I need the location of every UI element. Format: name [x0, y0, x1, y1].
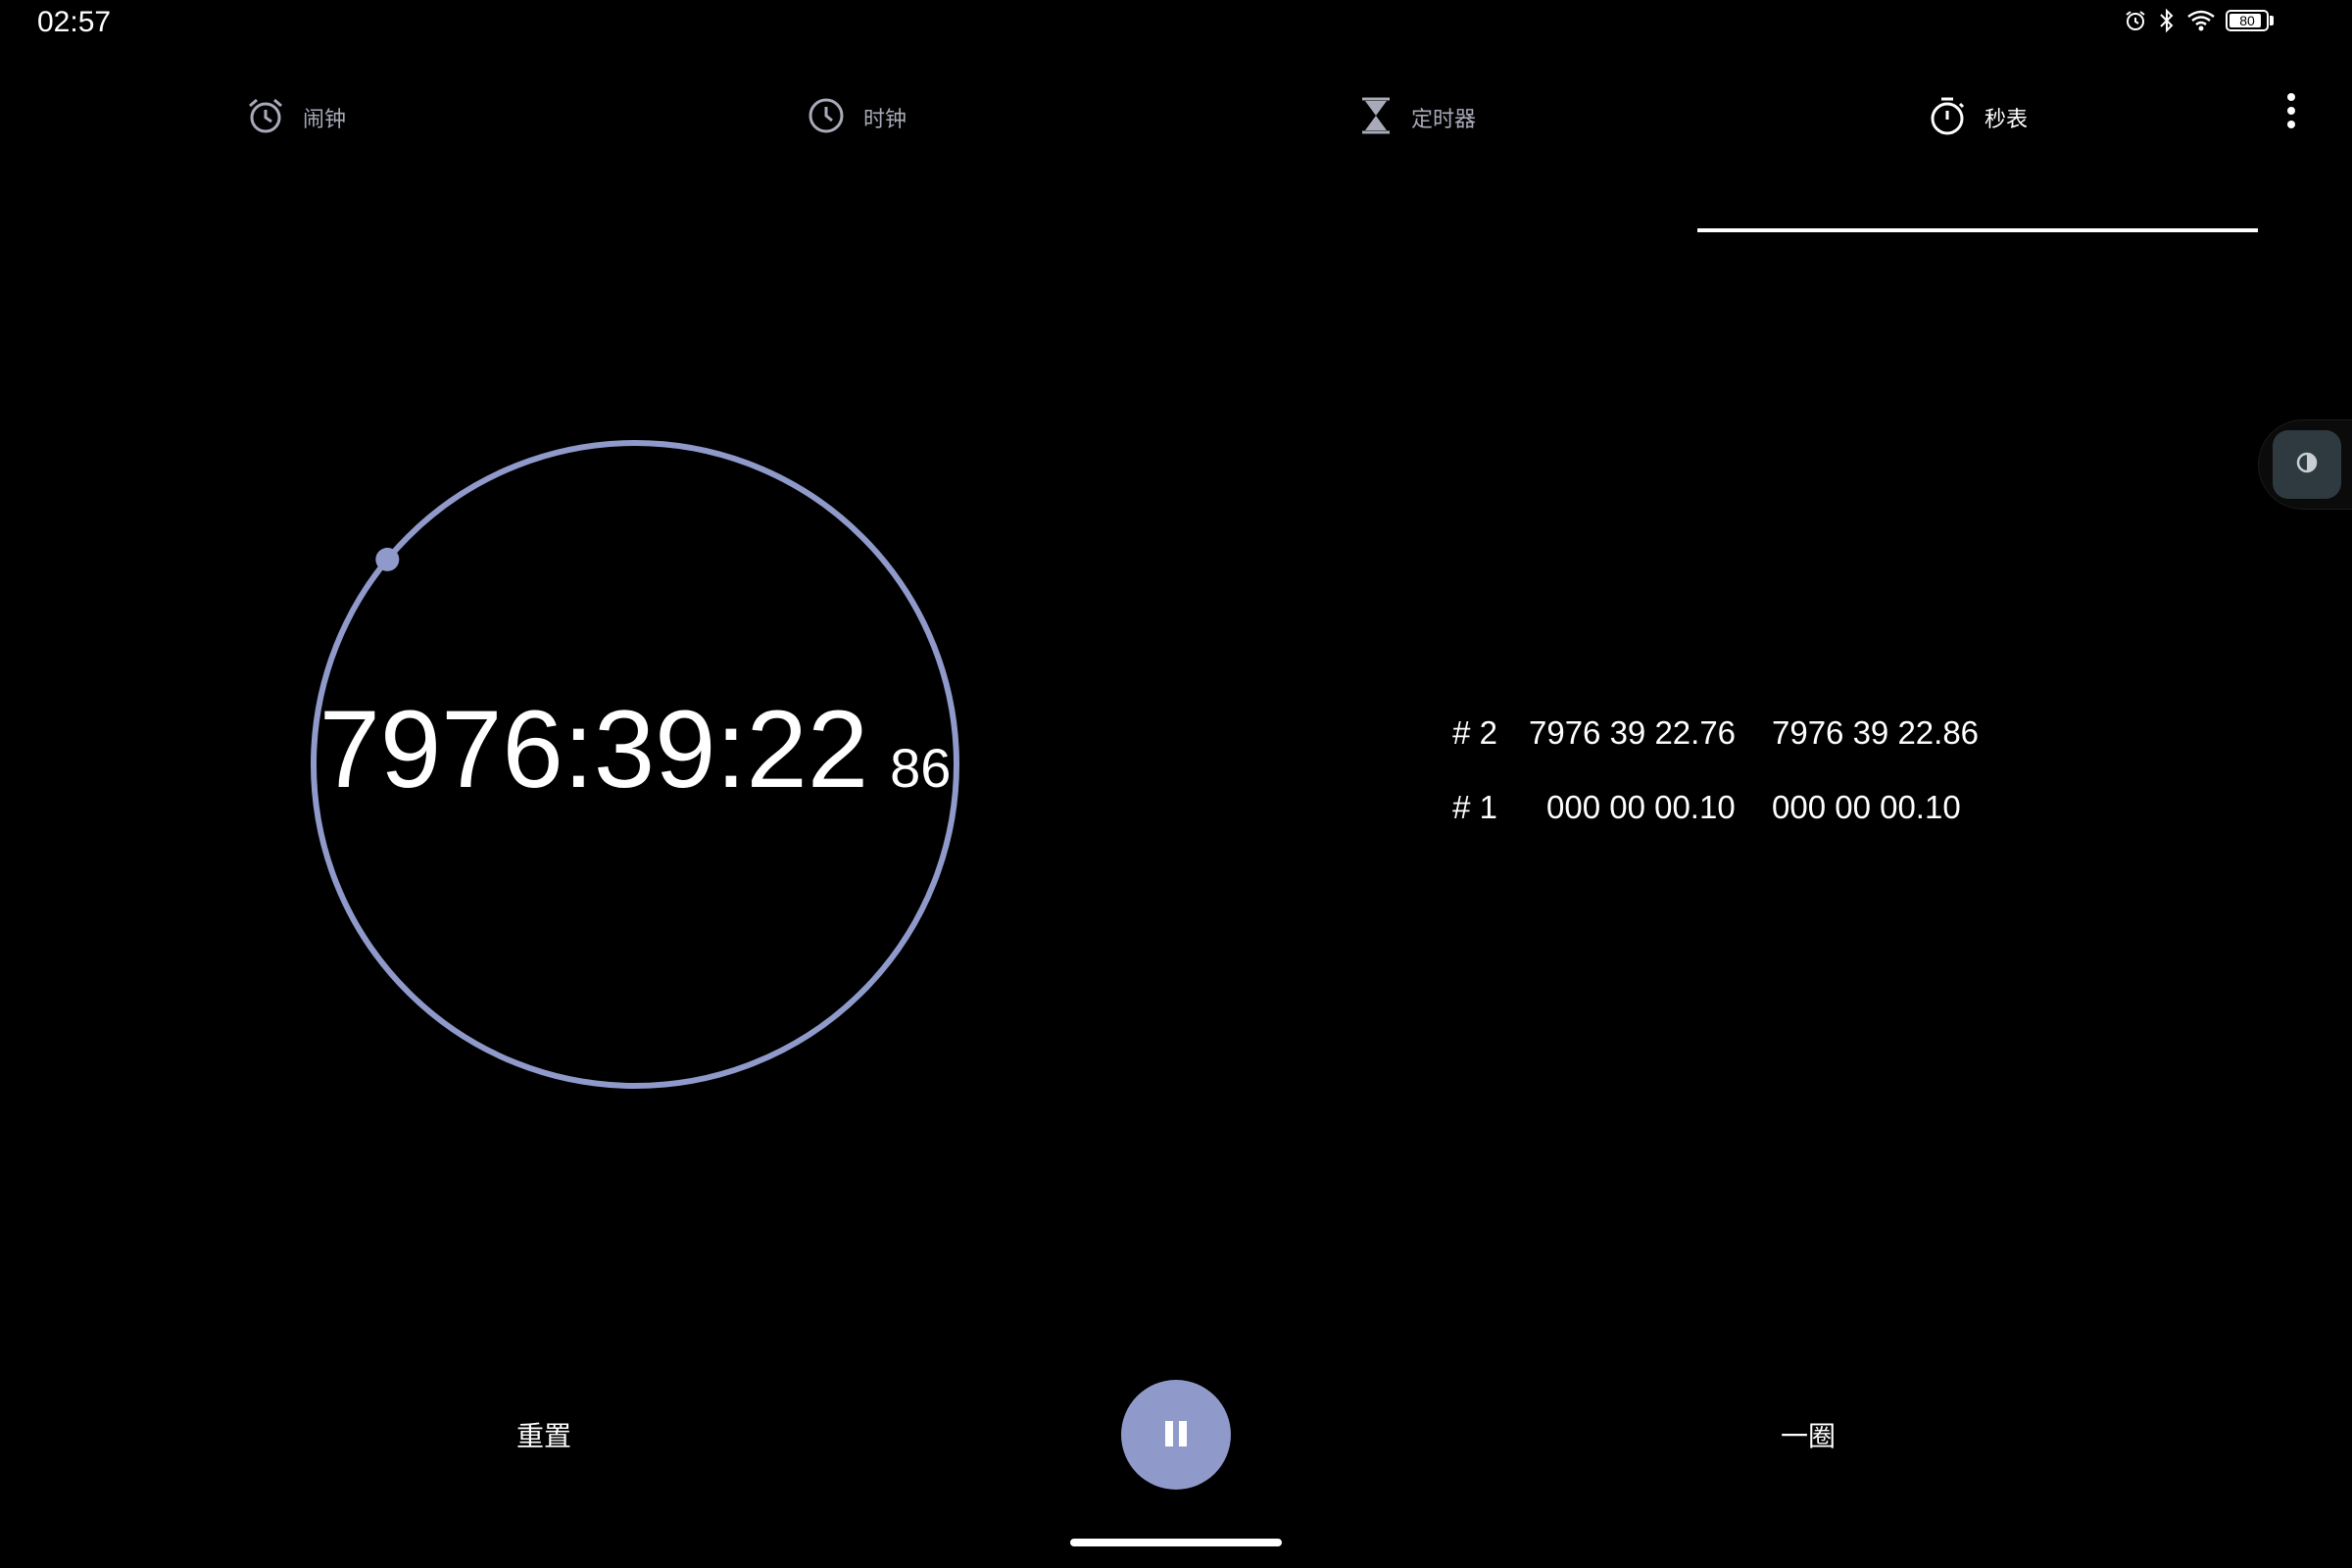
lap-list: # 2 7976 39 22.76 7976 39 22.86 # 1 000 … — [1411, 696, 2019, 845]
more-vert-dot — [2287, 107, 2295, 115]
more-options-button[interactable] — [2270, 84, 2313, 137]
elapsed-time-main: 7976:39:22 — [318, 688, 869, 810]
tab-timer[interactable]: 定时器 — [1137, 78, 1697, 157]
elapsed-time-hundredths: 86 — [890, 737, 952, 799]
lap-time: 7976 39 22.76 — [1529, 714, 1737, 751]
tab-label: 秒表 — [1984, 108, 2028, 132]
battery-level: 80 — [2239, 13, 2255, 28]
reset-button[interactable]: 重置 — [470, 1405, 617, 1464]
wifi-icon — [2186, 9, 2216, 32]
active-tab-indicator — [1697, 228, 2258, 232]
clock-icon — [807, 96, 846, 139]
stopwatch-screen: 02:57 80 闹钟 时钟 定时器 秒表 7976:39:22 86 # 2 … — [0, 0, 2352, 1568]
hourglass-icon — [1358, 96, 1394, 139]
pause-button[interactable] — [1121, 1380, 1231, 1490]
lap-number: # 2 — [1452, 714, 1497, 751]
tab-stopwatch[interactable]: 秒表 — [1697, 78, 2258, 157]
lap-total-time: 7976 39 22.86 — [1772, 714, 1980, 751]
status-icons: 80 — [2124, 8, 2274, 33]
battery-icon: 80 — [2226, 10, 2274, 31]
more-vert-dot — [2287, 121, 2295, 128]
navigation-handle[interactable] — [1070, 1539, 1282, 1546]
dial-progress-marker — [375, 547, 400, 571]
elapsed-time: 7976:39:22 86 — [302, 686, 968, 812]
bluetooth-icon — [2157, 8, 2177, 33]
tab-label: 闹钟 — [302, 108, 346, 132]
lap-total-time: 000 00 00.10 — [1772, 789, 1961, 825]
lap-row: # 2 7976 39 22.76 7976 39 22.86 — [1411, 696, 2019, 770]
contrast-icon — [2294, 450, 2320, 479]
tab-label: 时钟 — [862, 108, 906, 132]
lap-time: 000 00 00.10 — [1546, 789, 1736, 825]
side-floating-panel — [2258, 419, 2352, 510]
battery-body: 80 — [2226, 10, 2269, 31]
battery-tip — [2270, 16, 2274, 25]
alarm-clock-icon — [246, 96, 285, 139]
tab-alarm[interactable]: 闹钟 — [16, 78, 576, 157]
lap-button[interactable]: 一圈 — [1735, 1405, 1882, 1464]
status-bar: 02:57 80 — [0, 0, 2352, 49]
lap-row: # 1 000 00 00.10 000 00 00.10 — [1411, 770, 2019, 845]
tab-clock[interactable]: 时钟 — [576, 78, 1137, 157]
status-time: 02:57 — [37, 6, 112, 38]
stopwatch-icon — [1928, 95, 1967, 140]
contrast-toggle-button[interactable] — [2273, 430, 2341, 499]
pause-icon — [1159, 1417, 1193, 1453]
lap-number: # 1 — [1452, 789, 1497, 825]
more-vert-icon — [2287, 93, 2295, 101]
tab-label: 定时器 — [1410, 108, 1476, 132]
alarm-icon — [2124, 9, 2147, 32]
tab-bar: 闹钟 时钟 定时器 秒表 — [0, 78, 2258, 232]
